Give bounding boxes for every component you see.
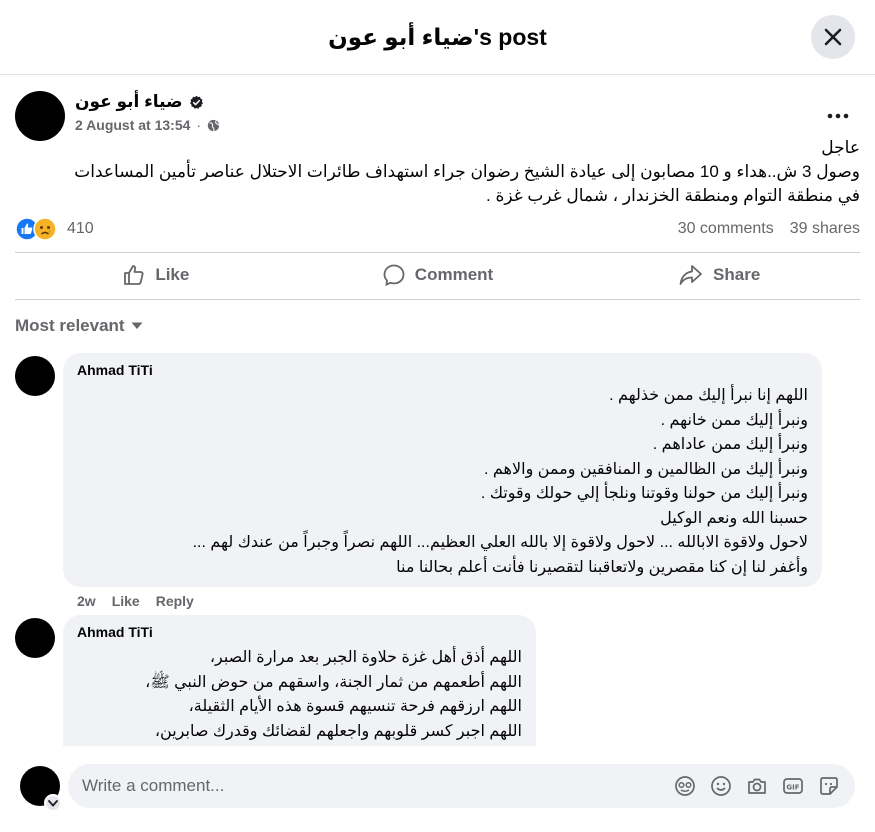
composer-tools: GIF <box>673 774 841 798</box>
comment-bubble: Ahmad TiTi اللهم أذق أهل غزة حلاوة الجبر… <box>63 615 536 746</box>
post-options-button[interactable] <box>823 106 853 126</box>
comment-line: اللهم اجبر كسر قلوبهم واجعلهم لقضائك وقد… <box>154 722 522 740</box>
share-icon <box>679 265 702 285</box>
comment-line: اللهم ارزقهم فرحة تنسيهم قسوة هذه الأيام… <box>188 698 522 715</box>
post-timestamp[interactable]: 2 August at 13:54 <box>75 117 190 133</box>
comment-button[interactable]: Comment <box>297 253 579 297</box>
comment-line: اللهم أذق أهل غزة حلاوة الجبر بعد مرارة … <box>209 649 522 666</box>
close-icon <box>824 28 842 46</box>
emoji-icon <box>711 776 731 796</box>
verified-icon <box>189 95 203 109</box>
gif-icon: GIF <box>783 778 803 794</box>
share-label: Share <box>713 265 761 284</box>
close-button[interactable] <box>811 15 855 59</box>
post-stats: 30 comments 39 shares <box>678 220 860 238</box>
emoji-button[interactable] <box>709 774 733 798</box>
divider <box>15 299 860 300</box>
comment-like-button[interactable]: Like <box>112 593 140 609</box>
svg-text:GIF: GIF <box>786 784 799 792</box>
camera-button[interactable] <box>745 774 769 798</box>
gif-button[interactable]: GIF <box>781 774 805 798</box>
comment-line: حسبنا الله ونعم الوكيل <box>660 509 808 527</box>
comment-line: ونبرأ إليك من حولنا وقوتنا ونلجأ إلي حول… <box>480 485 808 502</box>
avatar-sticker-icon <box>675 776 695 796</box>
reaction-icons[interactable] <box>15 217 61 241</box>
comment-text: اللهم أذق أهل غزة حلاوة الجبر بعد مرارة … <box>77 646 522 744</box>
chevron-down-icon <box>48 799 58 807</box>
comments-count[interactable]: 30 comments <box>678 220 774 238</box>
comment-author[interactable]: Ahmad TiTi <box>77 362 808 378</box>
profile-switch-button[interactable] <box>44 794 62 812</box>
meta-separator: · <box>196 117 202 133</box>
comment-label: Comment <box>414 265 494 284</box>
sort-label: Most relevant <box>15 316 125 335</box>
post-line: عاجل <box>821 138 860 157</box>
comment-bubble: Ahmad TiTi اللهم إنا نبرأ إليك ممن خذلهم… <box>63 353 822 587</box>
share-button[interactable]: Share <box>578 253 860 297</box>
comment-reply-button[interactable]: Reply <box>156 593 194 609</box>
comment-icon <box>383 264 405 286</box>
like-button[interactable]: Like <box>15 253 297 297</box>
author-name[interactable]: ضياء أبو عون <box>75 92 183 112</box>
comment-line: ونبرأ إليك ممن خانهم . <box>660 411 808 429</box>
comment-actions: 2w Like Reply <box>77 593 194 609</box>
post-actions: Like Comment Share <box>15 253 860 297</box>
globe-icon <box>207 119 220 131</box>
comment-composer-bar: GIF <box>0 746 875 832</box>
comment-author[interactable]: Ahmad TiTi <box>77 624 522 640</box>
comment-line: وأغفر لنا إن كنا مقصرين ولاتعاقبنا لتقصي… <box>396 558 808 576</box>
camera-icon <box>748 778 766 794</box>
like-label: Like <box>155 265 190 284</box>
post-dialog: ضياء أبو عون's post ضياء أبو عون 2 Augus… <box>0 0 875 832</box>
thumbs-up-icon <box>124 265 144 285</box>
avatar-sticker-button[interactable] <box>673 774 697 798</box>
sad-icon <box>33 217 57 241</box>
dialog-header: ضياء أبو عون's post <box>0 0 875 75</box>
comment-line: اللهم أطعمهم من ثمار الجنة، واسقهم من حو… <box>145 673 522 691</box>
comment-composer: GIF <box>68 764 855 808</box>
comment-sort-dropdown[interactable]: Most relevant <box>15 316 143 336</box>
post-line: في منطقة التوام ومنطقة الخزندار ، شمال غ… <box>486 186 860 205</box>
comment-line: ونبرأ إليك من الظالمين و المنافقين وممن … <box>484 460 808 478</box>
comment-line: اللهم إنا نبرأ إليك ممن خذلهم . <box>609 387 808 404</box>
post-scroll-area[interactable]: ضياء أبو عون 2 August at 13:54 · عاجل وص… <box>0 76 875 746</box>
commenter-avatar[interactable] <box>15 618 55 658</box>
dialog-title: ضياء أبو عون's post <box>328 23 547 50</box>
post-meta: 2 August at 13:54 · <box>75 117 220 133</box>
post-body: عاجل وصول 3 ش..هداء و 10 مصابون إلى عياد… <box>15 136 860 208</box>
more-icon <box>827 113 849 119</box>
comment-input[interactable] <box>82 776 673 796</box>
comment-line: ونبرأ إليك ممن عاداهم . <box>652 436 808 453</box>
comment-line: لاحول ولاقوة الابالله ... لاحول ولاقوة إ… <box>192 534 808 551</box>
reactions-bar: 410 30 comments 39 shares <box>15 216 860 242</box>
commenter-avatar[interactable] <box>15 356 55 396</box>
sticker-button[interactable] <box>817 774 841 798</box>
caret-down-icon <box>131 322 143 329</box>
post-line: وصول 3 ش..هداء و 10 مصابون إلى عيادة الش… <box>74 162 860 181</box>
sticker-icon <box>820 777 838 795</box>
author-avatar[interactable] <box>15 91 65 141</box>
shares-count[interactable]: 39 shares <box>790 220 860 238</box>
comment-text: اللهم إنا نبرأ إليك ممن خذلهم . ونبرأ إل… <box>77 384 808 580</box>
author-row: ضياء أبو عون <box>75 92 204 112</box>
reaction-count[interactable]: 410 <box>67 220 94 238</box>
comment-time[interactable]: 2w <box>77 593 96 609</box>
